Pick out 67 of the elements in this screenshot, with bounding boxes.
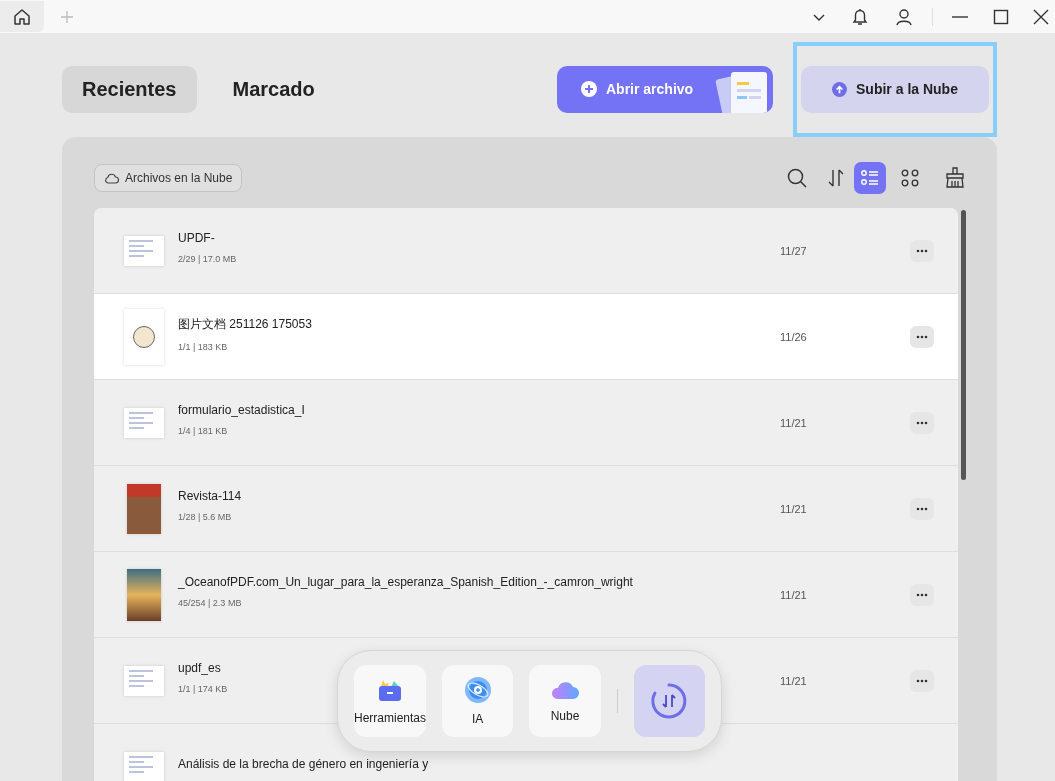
more-button[interactable]	[910, 325, 934, 348]
scrollbar[interactable]	[961, 210, 966, 480]
cloud-icon	[104, 172, 119, 184]
magazine-cover-placeholder	[127, 483, 161, 534]
document-thumbnail	[124, 751, 164, 781]
cloud-files-filter[interactable]: Archivos en la Nube	[94, 164, 243, 192]
file-name: Análisis de la brecha de género en ingeniería y	[178, 756, 430, 771]
file-row[interactable]: UPDF- 2/29 | 17.0 MB 11/27	[94, 208, 958, 294]
file-date: 11/21	[780, 502, 808, 515]
sort-icon[interactable]	[826, 167, 846, 189]
book-cover-placeholder	[127, 568, 161, 621]
upload-icon	[832, 81, 848, 97]
more-icon	[916, 506, 928, 511]
maximize-icon[interactable]	[993, 8, 1009, 25]
more-button[interactable]	[910, 239, 934, 262]
file-row[interactable]: 图片文档 251126 175053 1/1 | 183 KB 11/26	[94, 294, 958, 380]
dock-button[interactable]: IA	[442, 665, 514, 737]
dock-button[interactable]: Herramientas	[354, 665, 426, 737]
more-icon	[916, 678, 928, 683]
file-info: 1/28 | 5.6 MB	[178, 512, 233, 522]
more-icon	[916, 248, 928, 253]
more-button[interactable]	[910, 669, 934, 692]
more-button[interactable]	[910, 411, 934, 434]
file-name: UPDF-	[178, 231, 216, 245]
document-thumbnail	[124, 665, 164, 696]
file-name: _OceanofPDF.com_Un_lugar_para_la_esperanza_Spanish_Edition_-_camron_wright	[178, 575, 634, 589]
bell-icon[interactable]	[850, 6, 870, 27]
more-button[interactable]	[910, 497, 934, 520]
file-info: 1/4 | 181 KB	[178, 426, 229, 436]
upload-button[interactable]: Subir a la Nube	[801, 65, 989, 113]
file-name: updf_es	[178, 661, 222, 675]
grid-icon	[900, 168, 920, 188]
file-info: 2/29 | 17.0 MB	[178, 254, 238, 264]
more-icon	[916, 334, 928, 339]
document-thumbnail	[124, 235, 164, 266]
list-icon	[860, 168, 880, 188]
file-name: formulario_estadistica_I	[178, 403, 306, 417]
ai-orb-icon	[463, 676, 492, 704]
file-name: Revista-114	[178, 489, 243, 503]
open-file-button[interactable]: Abrir archivo	[557, 65, 773, 113]
tab[interactable]: Marcado	[212, 65, 335, 113]
sketch-thumbnail	[124, 308, 164, 365]
file-info: 1/1 | 174 KB	[178, 684, 229, 694]
user-icon[interactable]	[894, 6, 914, 27]
dock-button[interactable]: Nube	[529, 665, 601, 737]
document-thumbnail	[124, 407, 164, 438]
tab[interactable]: Recientes	[62, 65, 197, 113]
file-date: 11/21	[780, 674, 808, 687]
list-view-button[interactable]	[854, 162, 886, 194]
cloud-icon	[550, 679, 580, 701]
more-icon	[916, 592, 928, 597]
close-icon[interactable]	[1033, 8, 1049, 25]
file-date: 11/27	[780, 244, 808, 257]
more-icon	[916, 420, 928, 425]
file-date: 11/21	[780, 416, 808, 429]
home-tab[interactable]	[0, 1, 44, 32]
home-icon	[12, 6, 32, 27]
broom-icon[interactable]	[944, 167, 966, 189]
file-info: 1/1 | 183 KB	[178, 341, 229, 352]
search-icon[interactable]	[786, 167, 808, 189]
plus-circle-icon	[581, 81, 597, 97]
file-date: 11/21	[780, 588, 808, 601]
more-button[interactable]	[910, 583, 934, 606]
sync-button[interactable]	[633, 665, 705, 737]
file-date: 11/26	[780, 330, 808, 343]
file-info: 45/254 | 2.3 MB	[178, 598, 243, 608]
file-name: 图片文档 251126 175053	[178, 315, 313, 333]
